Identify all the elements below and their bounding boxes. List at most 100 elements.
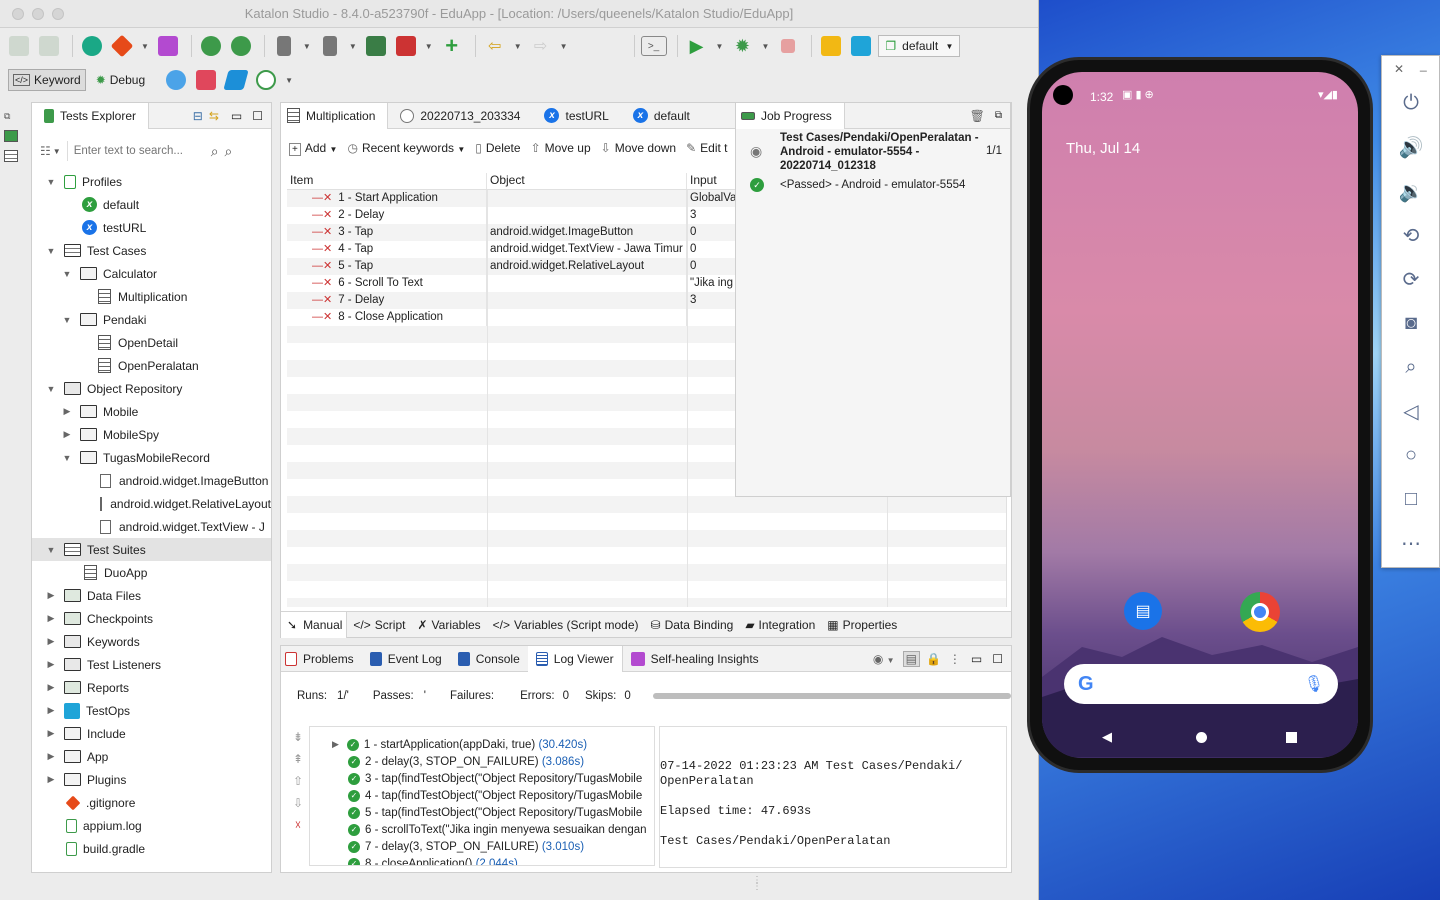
power-icon[interactable]: ⏻ <box>1396 88 1426 118</box>
tree-item-testurl[interactable]: x testURL <box>32 216 271 239</box>
tree-item-duoapp[interactable]: DuoApp <box>32 561 271 584</box>
show-failures-icon[interactable]: ☓ <box>289 814 307 836</box>
move-up-button[interactable]: ⇧ Move up <box>531 141 591 155</box>
tree-item-object-repository[interactable]: ▼ Object Repository <box>32 377 271 400</box>
tab-event-log[interactable]: Event Log <box>362 646 450 672</box>
forward-icon[interactable]: ⇨ <box>528 33 554 59</box>
column-item[interactable]: Item <box>287 173 487 189</box>
rotate-left-icon[interactable]: ⟲ <box>1396 220 1426 250</box>
account-icon[interactable] <box>253 67 279 93</box>
log-step[interactable]: ✓ 3 - tap(findTestObject("Object Reposito… <box>310 770 654 787</box>
tab-data-binding[interactable]: ⛁ Data Binding <box>645 612 740 638</box>
resize-handle-icon[interactable]: ⋮ ⋮ <box>752 876 762 892</box>
home-nav-icon[interactable] <box>1196 732 1207 743</box>
overview-icon[interactable]: □ <box>1396 484 1426 514</box>
tree-item-mobilespy[interactable]: ▶ MobileSpy <box>32 423 271 446</box>
more-options-icon[interactable]: ⋮ <box>949 652 961 666</box>
minimize-emulator-icon[interactable]: _ <box>1420 58 1427 72</box>
tab-script[interactable]: </> Script <box>347 612 411 638</box>
store-icon[interactable] <box>223 67 249 93</box>
git-icon[interactable] <box>109 33 135 59</box>
tree-item-app[interactable]: ▶ App <box>32 745 271 768</box>
tree-item-appium-log[interactable]: appium.log <box>32 814 271 837</box>
minimize-log-icon[interactable]: ▭ <box>971 652 982 666</box>
tab-testurl[interactable]: x testURL <box>532 103 620 129</box>
tree-item-default[interactable]: x default <box>32 193 271 216</box>
screenshot-icon[interactable]: ◙ <box>1396 308 1426 338</box>
tree-item-textview[interactable]: android.widget.TextView - J <box>32 515 271 538</box>
tab-manual[interactable]: ➘ Manual <box>281 611 348 638</box>
delete-step-button[interactable]: ▯ Delete <box>475 141 520 155</box>
filter-icon[interactable]: ☷ <box>40 144 51 158</box>
debug-mode-button[interactable]: ✹ Debug <box>92 69 149 91</box>
advanced-search-icon[interactable]: ⌕ <box>225 143 233 160</box>
volume-down-icon[interactable]: 🔉 <box>1396 176 1426 206</box>
stop-icon[interactable] <box>775 33 801 59</box>
collapse-all-icon[interactable]: ⊟ <box>193 109 203 123</box>
katalon-icon[interactable] <box>79 33 105 59</box>
messages-app-icon[interactable]: ▤ <box>1124 592 1162 630</box>
tree-item-tugasmobilerecord[interactable]: ▼ TugasMobileRecord <box>32 446 271 469</box>
log-step[interactable]: ✓ 2 - delay(3, STOP_ON_FAILURE) (3.086s) <box>310 753 654 770</box>
tree-item-openperalatan[interactable]: OpenPeralatan <box>32 354 271 377</box>
overview-nav-icon[interactable] <box>1286 732 1297 743</box>
profile-selector[interactable]: ❐ default ▼ <box>878 35 961 57</box>
tab-job-progress[interactable]: Job Progress <box>736 102 845 129</box>
tab-self-healing[interactable]: Self-healing Insights <box>623 646 767 672</box>
close-emulator-icon[interactable]: ✕ <box>1394 62 1404 76</box>
rotate-right-icon[interactable]: ⟳ <box>1396 264 1426 294</box>
windows-spy-icon[interactable] <box>363 33 389 59</box>
tree-item-plugins[interactable]: ▶ Plugins <box>32 768 271 791</box>
table-icon[interactable] <box>4 150 18 162</box>
tree-view-icon[interactable]: ▤ <box>902 650 920 667</box>
zoom-window-button[interactable] <box>52 8 64 20</box>
visibility-icon[interactable]: ◉ ▼ <box>873 652 895 666</box>
close-window-button[interactable] <box>12 8 24 20</box>
expand-all-icon[interactable]: ⇟ <box>289 726 307 748</box>
keyword-mode-button[interactable]: </> Keyword <box>8 69 86 91</box>
log-step[interactable]: ✓ 4 - tap(findTestObject("Object Reposito… <box>310 787 654 804</box>
tree-item-multiplication[interactable]: Multiplication <box>32 285 271 308</box>
gift-icon[interactable] <box>193 67 219 93</box>
back-nav-icon[interactable]: ◀ <box>1102 729 1112 745</box>
terminal-icon[interactable]: >_ <box>640 36 667 56</box>
testops-icon[interactable] <box>848 33 874 59</box>
more-icon[interactable]: ⋯ <box>1396 528 1426 558</box>
home-icon[interactable]: ○ <box>1396 440 1426 470</box>
add-icon[interactable]: + <box>439 33 465 59</box>
tab-properties[interactable]: ▦ Properties <box>821 612 903 638</box>
tree-item-gitignore[interactable]: .gitignore <box>32 791 271 814</box>
tab-default[interactable]: x default <box>621 103 702 129</box>
microphone-icon[interactable]: 🎙 <box>1304 674 1324 694</box>
edit-tags-button[interactable]: ✎ Edit t <box>686 141 727 155</box>
save-all-icon[interactable] <box>36 33 62 59</box>
testcloud-icon[interactable] <box>818 33 844 59</box>
tab-variables[interactable]: ✗ Variables <box>411 612 486 638</box>
tree-item-pendaki[interactable]: ▼ Pendaki <box>32 308 271 331</box>
tab-problems[interactable]: Problems <box>281 646 362 672</box>
tab-variables-script[interactable]: </> Variables (Script mode) <box>487 612 645 638</box>
google-search-bar[interactable]: G 🎙 <box>1064 664 1338 704</box>
tree-item-checkpoints[interactable]: ▶ Checkpoints <box>32 607 271 630</box>
mobile-record-icon[interactable] <box>317 33 343 59</box>
tree-item-keywords[interactable]: ▶ Keywords <box>32 630 271 653</box>
save-icon[interactable] <box>6 33 32 59</box>
log-step[interactable]: ✓ 5 - tap(findTestObject("Object Reposito… <box>310 804 654 821</box>
volume-up-icon[interactable]: 🔊 <box>1396 132 1426 162</box>
tree-item-data-files[interactable]: ▶ Data Files <box>32 584 271 607</box>
back-icon[interactable]: ⇦ <box>482 33 508 59</box>
next-icon[interactable]: ⇩ <box>289 792 307 814</box>
tree-item-include[interactable]: ▶ Include <box>32 722 271 745</box>
tree-item-relativelayout[interactable]: android.widget.RelativeLayout <box>32 492 271 515</box>
log-step[interactable]: ✓ 7 - delay(3, STOP_ON_FAILURE) (3.010s) <box>310 838 654 855</box>
log-step[interactable]: ✓ 8 - closeApplication() (2.044s) <box>310 855 654 865</box>
chrome-app-icon[interactable] <box>1240 592 1280 632</box>
restore-panel-icon[interactable]: ⧉ <box>995 110 1002 121</box>
maximize-panel-icon[interactable]: ☐ <box>252 109 263 123</box>
log-step[interactable]: ▶ ✓ 1 - startApplication(appDaki, true) (3… <box>310 736 654 753</box>
windows-record-icon[interactable] <box>393 33 419 59</box>
tree-item-opendetail[interactable]: OpenDetail <box>32 331 271 354</box>
tests-explorer-icon[interactable] <box>4 130 18 142</box>
eye-icon[interactable]: ◉ <box>750 143 762 160</box>
tree-item-profiles[interactable]: ▼ Profiles <box>32 170 271 193</box>
